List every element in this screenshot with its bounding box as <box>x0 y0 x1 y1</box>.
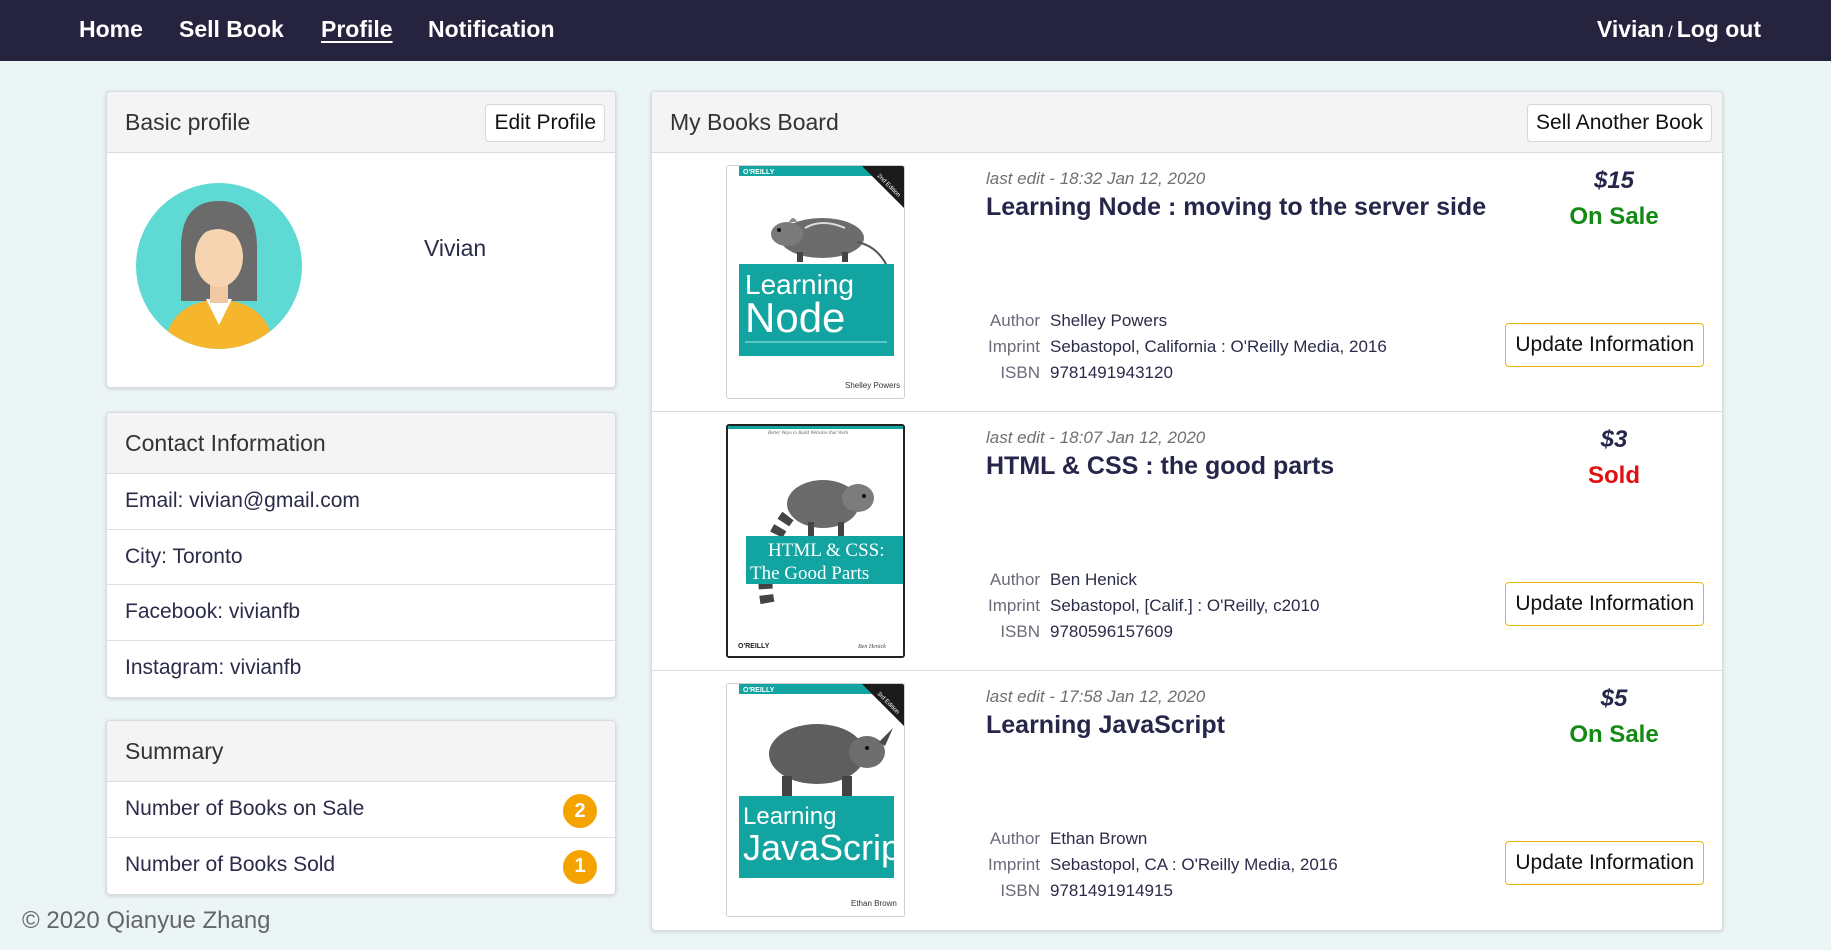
nav-logout-link[interactable]: Log out <box>1677 16 1761 42</box>
basic-profile-card: Basic profile Edit Profile Vivian <box>106 91 616 388</box>
book-price: $15 <box>1593 167 1635 194</box>
cover-publisher: O'REILLY <box>738 643 770 650</box>
nav-notification-link[interactable]: Notification <box>428 16 555 43</box>
isbn-key: ISBN <box>1000 881 1040 900</box>
book-cover-image[interactable]: O'REILLY 3rd Edition Learning JavaScript… <box>726 683 905 917</box>
author-key: Author <box>989 570 1040 589</box>
update-information-button[interactable]: Update Information <box>1505 582 1704 626</box>
book-imprint: Imprint Sebastopol, [Calif.] : O'Reilly, … <box>986 596 1319 616</box>
summary-title: Summary <box>125 737 224 764</box>
cover-publisher: O'REILLY <box>743 169 775 176</box>
cover-title-line1: HTML & CSS: <box>768 540 885 561</box>
books-board-header: My Books Board Sell Another Book <box>652 92 1722 153</box>
contact-info-card: Contact Information Email: vivian@gmail.… <box>106 412 616 698</box>
cover-publisher: O'REILLY <box>743 687 775 694</box>
cover-author: Ben Henick <box>858 644 886 650</box>
book-status: On Sale <box>1569 203 1659 230</box>
author-value: Ben Henick <box>1050 570 1137 589</box>
imprint-value: Sebastopol, California : O'Reilly Media,… <box>1050 337 1387 356</box>
books-board-card: My Books Board Sell Another Book O'REILL… <box>651 91 1723 931</box>
book-price: $3 <box>1600 426 1628 453</box>
profile-body: Vivian <box>107 153 615 386</box>
book-last-edit: last edit - 18:32 Jan 12, 2020 <box>986 169 1206 188</box>
cover-title-line1: Learning <box>743 803 836 830</box>
profile-name: Vivian <box>424 235 487 261</box>
sell-another-book-button[interactable]: Sell Another Book <box>1527 104 1712 142</box>
top-navbar: Home Sell Book Profile Notification Vivi… <box>0 0 1831 61</box>
isbn-key: ISBN <box>1000 363 1040 382</box>
book-title[interactable]: Learning JavaScript <box>986 711 1225 740</box>
basic-profile-title: Basic profile <box>125 108 251 135</box>
cover-title-line2: Node <box>745 294 845 341</box>
book-title[interactable]: HTML & CSS : the good parts <box>986 452 1334 481</box>
imprint-value: Sebastopol, CA : O'Reilly Media, 2016 <box>1050 855 1338 874</box>
summary-on-sale-row: Number of Books on Sale 2 <box>107 782 615 838</box>
book-title[interactable]: Learning Node : moving to the server sid… <box>986 193 1486 222</box>
book-price: $5 <box>1600 685 1628 712</box>
summary-header: Summary <box>107 721 615 782</box>
book-last-edit: last edit - 17:58 Jan 12, 2020 <box>986 687 1206 706</box>
summary-card: Summary Number of Books on Sale 2 Number… <box>106 720 616 895</box>
isbn-value: 9781491914915 <box>1050 881 1173 900</box>
imprint-value: Sebastopol, [Calif.] : O'Reilly, c2010 <box>1050 596 1320 615</box>
nav-profile-link[interactable]: Profile <box>321 16 393 43</box>
book-isbn: ISBN 9781491914915 <box>986 881 1173 901</box>
imprint-key: Imprint <box>988 596 1040 615</box>
imprint-key: Imprint <box>988 855 1040 874</box>
book-author: Author Ethan Brown <box>986 829 1147 849</box>
cover-author: Shelley Powers <box>845 381 900 390</box>
cover-tagline: Better Ways to Build Websites that Work <box>768 431 849 436</box>
book-isbn: ISBN 9781491943120 <box>986 363 1173 383</box>
book-author: Author Shelley Powers <box>986 311 1167 331</box>
update-information-button[interactable]: Update Information <box>1505 841 1704 885</box>
nav-home-link[interactable]: Home <box>79 16 143 43</box>
contact-facebook: Facebook: vivianfb <box>107 585 615 641</box>
book-cover-image[interactable]: O'REILLY 2nd Edition Learning Node Shell… <box>726 165 905 399</box>
contact-email: Email: vivian@gmail.com <box>107 474 615 530</box>
book-imprint: Imprint Sebastopol, California : O'Reilly… <box>986 337 1387 357</box>
contact-instagram: Instagram: vivianfb <box>125 656 302 680</box>
on-sale-count-badge: 2 <box>563 794 597 828</box>
basic-profile-header: Basic profile Edit Profile <box>107 92 615 153</box>
author-key: Author <box>989 311 1040 330</box>
female-avatar-icon <box>136 183 302 349</box>
book-imprint: Imprint Sebastopol, CA : O'Reilly Media, … <box>986 855 1338 875</box>
book-isbn: ISBN 9780596157609 <box>986 622 1173 642</box>
update-information-button[interactable]: Update Information <box>1505 323 1704 367</box>
summary-sold-row: Number of Books Sold 1 <box>107 838 615 894</box>
contact-city: City: Toronto <box>107 530 615 585</box>
cover-title-line2: The Good Parts <box>750 563 869 584</box>
book-cover-image[interactable]: Better Ways to Build Websites that Work … <box>726 424 905 658</box>
isbn-value: 9780596157609 <box>1050 622 1173 641</box>
book-status: Sold <box>1588 462 1640 489</box>
cover-title-line2: JavaScript <box>743 827 905 868</box>
isbn-value: 9781491943120 <box>1050 363 1173 382</box>
footer-copyright: © 2020 Qianyue Zhang <box>22 907 271 934</box>
contact-title: Contact Information <box>125 429 326 456</box>
books-board-title: My Books Board <box>670 108 839 135</box>
book-last-edit: last edit - 18:07 Jan 12, 2020 <box>986 428 1206 447</box>
nav-sell-book-link[interactable]: Sell Book <box>179 16 284 43</box>
book-row: O'REILLY 2nd Edition Learning Node Shell… <box>652 153 1722 412</box>
edit-profile-button[interactable]: Edit Profile <box>485 104 605 142</box>
book-author: Author Ben Henick <box>986 570 1137 590</box>
book-status: On Sale <box>1569 721 1659 748</box>
contact-header: Contact Information <box>107 413 615 474</box>
author-value: Shelley Powers <box>1050 311 1168 330</box>
cover-author: Ethan Brown <box>851 899 897 908</box>
author-key: Author <box>989 829 1040 848</box>
summary-on-sale-label: Number of Books on Sale <box>125 797 365 821</box>
nav-separator: / <box>1668 24 1673 41</box>
book-row: O'REILLY 3rd Edition Learning JavaScript… <box>652 671 1722 930</box>
imprint-key: Imprint <box>988 337 1040 356</box>
sold-count-badge: 1 <box>563 849 597 884</box>
nav-user-area: Vivian / Log out <box>1597 16 1761 43</box>
book-row: Better Ways to Build Websites that Work … <box>652 412 1722 671</box>
summary-sold-label: Number of Books Sold <box>125 853 336 877</box>
author-value: Ethan Brown <box>1050 829 1148 848</box>
nav-username[interactable]: Vivian <box>1597 16 1664 42</box>
isbn-key: ISBN <box>1000 622 1040 641</box>
